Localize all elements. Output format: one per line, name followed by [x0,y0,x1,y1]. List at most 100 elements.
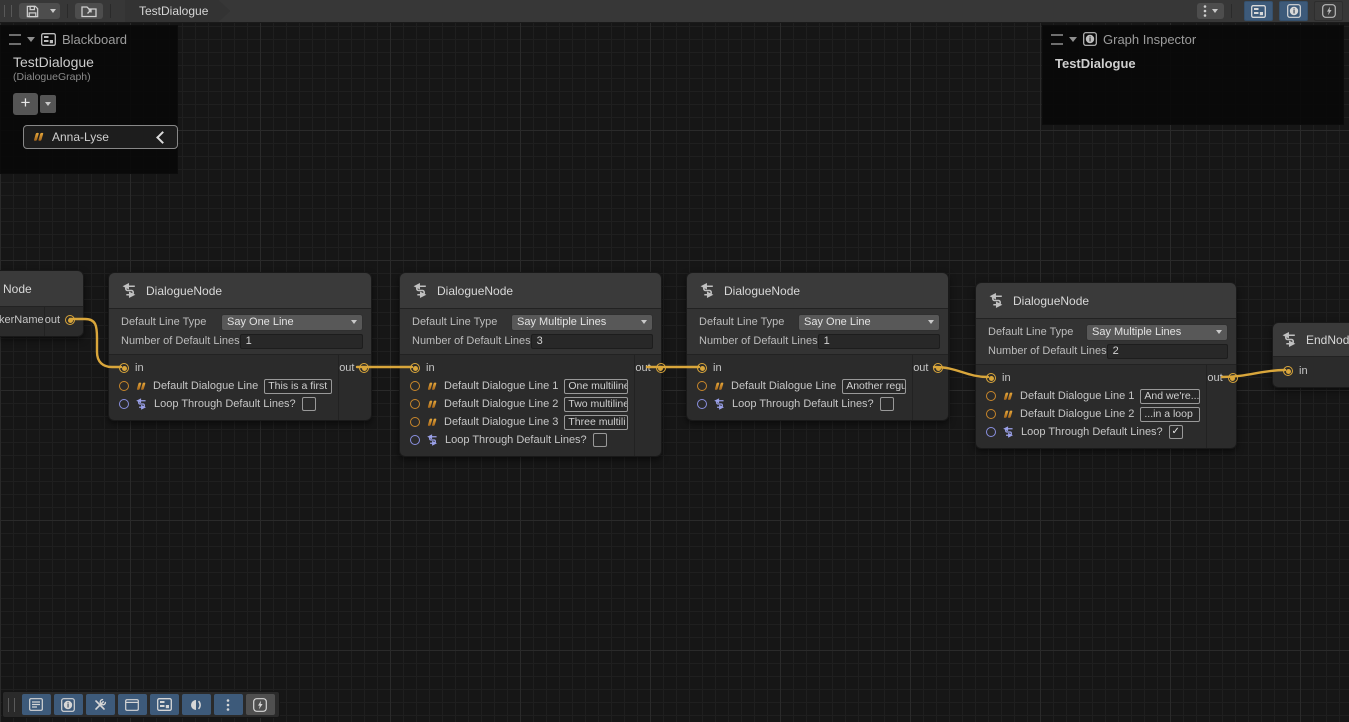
add-property-dropdown[interactable] [40,95,56,113]
preview-toggle-button[interactable] [1314,1,1343,21]
more-toggle-button[interactable] [214,694,243,715]
console-toggle-button[interactable] [22,694,51,715]
loop-port[interactable]: Loop Through Default Lines? [410,432,628,448]
loop-port[interactable]: Loop Through Default Lines? [697,396,906,412]
inspector-header[interactable]: i Graph Inspector [1043,26,1343,52]
blackboard-toggle-button[interactable] [150,694,179,715]
contrast-toggle-button[interactable] [182,694,211,715]
input-port-icon[interactable] [410,363,420,373]
out-port[interactable]: out [913,360,943,376]
dialogue-line-port[interactable]: Default Dialogue Line 2 ...in a loop [986,406,1200,422]
window-toggle-button[interactable] [118,694,147,715]
in-port[interactable]: in [410,360,628,376]
output-port-icon[interactable] [65,315,75,325]
bool-port-icon[interactable] [986,427,996,437]
bool-port-icon[interactable] [410,435,420,445]
input-port-icon[interactable] [697,363,707,373]
num-lines-input[interactable]: 2 [1107,344,1228,359]
string-port-icon[interactable] [697,381,707,391]
string-port-icon[interactable] [119,381,129,391]
output-port-icon[interactable] [359,363,369,373]
panel-drag-handle-icon[interactable] [9,34,21,45]
out-port[interactable]: out [339,360,369,376]
chevron-left-icon[interactable] [156,131,169,144]
inspector-toggle-button[interactable]: i [1279,1,1308,21]
loop-checkbox[interactable]: ✓ [1169,425,1183,439]
dialogue-line-input[interactable]: Another regu [842,379,906,394]
loop-port[interactable]: Loop Through Default Lines? ✓ [986,424,1200,440]
output-port-icon[interactable] [933,363,943,373]
loop-checkbox[interactable] [593,433,607,447]
string-port-icon[interactable] [410,399,420,409]
save-dropdown-button[interactable] [46,3,60,19]
num-lines-input[interactable]: 1 [818,334,940,349]
loop-port[interactable]: Loop Through Default Lines? [119,396,332,412]
loop-checkbox[interactable] [880,397,894,411]
string-port-icon[interactable] [410,381,420,391]
open-asset-button[interactable] [75,3,103,19]
in-port[interactable]: in [1283,363,1349,379]
panel-drag-handle-icon[interactable] [1051,34,1063,45]
in-port[interactable]: in [697,360,906,376]
input-port-icon[interactable] [1283,366,1293,376]
save-button[interactable] [19,3,46,19]
loop-checkbox[interactable] [302,397,316,411]
dialogue-line-port[interactable]: Default Dialogue Line 1 And we're... [986,388,1200,404]
info-toggle-button[interactable]: i [54,694,83,715]
in-port[interactable]: in [119,360,332,376]
dialogue-node-4[interactable]: DialogueNode Default Line Type Say Multi… [975,282,1237,449]
input-port-icon[interactable] [119,363,129,373]
dialogue-node-1[interactable]: DialogueNode Default Line Type Say One L… [108,272,372,421]
bool-port-icon[interactable] [119,399,129,409]
add-property-button[interactable]: + [13,93,38,115]
output-port-icon[interactable] [656,363,666,373]
property-name: Anna-Lyse [52,130,151,144]
dialogue-line-input[interactable]: Three multili [564,415,628,430]
dialogue-line-port[interactable]: Default Dialogue Line Another regu [697,378,906,394]
collapse-triangle-icon[interactable] [1069,37,1077,42]
dialogue-line-input[interactable]: ...in a loop [1140,407,1200,422]
spark-toggle-button[interactable] [246,694,275,715]
line-type-dropdown[interactable]: Say One Line [221,314,363,331]
dialogue-line-input[interactable]: One multiline [564,379,628,394]
toolbar-drag-handle[interactable] [4,5,12,17]
dialogue-line-port[interactable]: Default Dialogue Line 1 One multiline [410,378,628,394]
output-port-icon[interactable] [1228,373,1238,383]
options-button[interactable] [1197,3,1224,19]
line-type-dropdown[interactable]: Say Multiple Lines [1086,324,1228,341]
end-node[interactable]: EndNode in [1272,322,1349,388]
num-lines-input[interactable]: 3 [531,334,653,349]
input-port-icon[interactable] [986,373,996,383]
in-port[interactable]: in [986,370,1200,386]
blackboard-header[interactable]: Blackboard [1,26,177,52]
speaker-node[interactable]: Node kerName out [0,270,84,337]
dialogue-line-input[interactable]: And we're... [1140,389,1200,404]
dialogue-line-port[interactable]: Default Dialogue Line 3 Three multili [410,414,628,430]
string-port-icon[interactable] [410,417,420,427]
dialogue-line-input[interactable]: This is a first [264,379,332,394]
dialogue-line-port[interactable]: Default Dialogue Line 2 Two multiline [410,396,628,412]
toolbar-drag-handle[interactable] [8,698,15,712]
line-type-dropdown[interactable]: Say One Line [798,314,940,331]
collapse-triangle-icon[interactable] [27,37,35,42]
string-port-icon[interactable] [986,391,996,401]
out-port[interactable]: out [1207,370,1237,386]
tools-toggle-button[interactable] [86,694,115,715]
blackboard-property-anna-lyse[interactable]: Anna-Lyse [23,125,178,149]
svg-text:i: i [67,700,69,709]
chevron-down-icon [1212,9,1218,13]
string-port-icon[interactable] [986,409,996,419]
port-label: Default Dialogue Line [731,380,836,392]
out-port[interactable]: out [635,360,665,376]
dialogue-node-3[interactable]: DialogueNode Default Line Type Say One L… [686,272,949,421]
blackboard-toggle-button[interactable] [1244,1,1273,21]
graph-tab[interactable]: TestDialogue [125,0,230,22]
dialogue-line-port[interactable]: Default Dialogue Line This is a first [119,378,332,394]
dialogue-line-input[interactable]: Two multiline [564,397,628,412]
loop-flow-icon [713,398,726,410]
out-port[interactable]: out [45,312,75,328]
num-lines-input[interactable]: 1 [240,334,363,349]
dialogue-node-2[interactable]: DialogueNode Default Line Type Say Multi… [399,272,662,457]
bool-port-icon[interactable] [697,399,707,409]
line-type-dropdown[interactable]: Say Multiple Lines [511,314,653,331]
